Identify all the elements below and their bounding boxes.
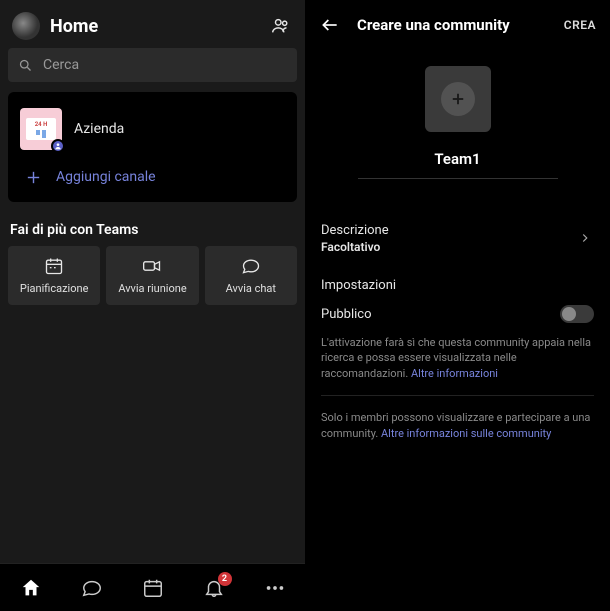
public-toggle[interactable] <box>560 305 594 323</box>
more-info-link[interactable]: Altre informazioni <box>411 367 498 380</box>
bottom-nav: 2 <box>0 563 305 611</box>
left-panel: Home 24 H <box>0 0 305 611</box>
nav-activity[interactable]: 2 <box>202 576 226 600</box>
plus-icon <box>24 168 42 186</box>
public-hint-text: L'attivazione farà sì che questa communi… <box>305 333 610 395</box>
meeting-label: Avvia riunione <box>118 282 186 295</box>
create-community-title: Creare una community <box>357 16 548 34</box>
schedule-label: Pianificazione <box>20 282 89 295</box>
nav-chat[interactable] <box>80 576 104 600</box>
thumb-text: 24 H <box>35 121 48 128</box>
more-section-title: Fai di più con Teams <box>0 210 305 246</box>
channel-name: Azienda <box>74 121 124 137</box>
arrow-left-icon <box>320 15 340 35</box>
channel-thumbnail: 24 H <box>20 108 62 150</box>
actions-row: Pianificazione Avvia riunione Avvia chat <box>0 246 305 305</box>
schedule-button[interactable]: Pianificazione <box>8 246 100 305</box>
notification-badge: 2 <box>218 572 232 586</box>
name-underline <box>358 178 558 179</box>
back-button[interactable] <box>319 14 341 36</box>
community-info-text: Solo i membri possono visualizzare e par… <box>305 410 610 441</box>
nav-calendar[interactable] <box>141 576 165 600</box>
chevron-right-icon <box>578 231 594 247</box>
left-header: Home <box>0 0 305 48</box>
description-label: Descrizione <box>321 223 389 238</box>
divider <box>321 395 594 396</box>
start-meeting-button[interactable]: Avvia riunione <box>106 246 198 305</box>
chat-label: Avvia chat <box>226 282 276 295</box>
start-chat-button[interactable]: Avvia chat <box>205 246 297 305</box>
video-icon <box>142 256 162 276</box>
chat-icon <box>241 256 261 276</box>
optional-label: Facoltativo <box>321 240 389 254</box>
right-header: Creare una community CREA <box>305 0 610 46</box>
description-row[interactable]: Descrizione Facoltativo <box>305 213 610 264</box>
nav-home[interactable] <box>19 576 43 600</box>
presence-badge-icon <box>51 139 65 153</box>
create-button[interactable]: CREA <box>564 18 596 32</box>
people-icon[interactable] <box>269 14 293 38</box>
search-icon <box>18 58 33 73</box>
page-title: Home <box>50 16 259 37</box>
public-setting-row: Pubblico <box>305 299 610 333</box>
add-channel-button[interactable]: Aggiungi canale <box>8 158 297 198</box>
channel-item[interactable]: 24 H Azienda <box>8 100 297 158</box>
calendar-icon <box>44 256 64 276</box>
search-bar[interactable] <box>8 48 297 82</box>
user-avatar[interactable] <box>12 12 40 40</box>
community-info-link[interactable]: Altre informazioni sulle community <box>381 427 551 440</box>
community-name-field[interactable]: Team1 <box>434 150 480 168</box>
add-channel-label: Aggiungi canale <box>56 169 156 185</box>
avatar-upload-section: Team1 <box>305 46 610 187</box>
channel-card: 24 H Azienda Aggiungi canale <box>8 92 297 202</box>
settings-heading: Impostazioni <box>305 264 610 299</box>
plus-circle-icon <box>441 82 475 116</box>
search-container <box>0 48 305 92</box>
public-label: Pubblico <box>321 307 372 322</box>
nav-more[interactable] <box>263 576 287 600</box>
avatar-upload-button[interactable] <box>425 66 491 132</box>
search-input[interactable] <box>43 57 287 73</box>
right-panel: Creare una community CREA Team1 Descrizi… <box>305 0 610 611</box>
